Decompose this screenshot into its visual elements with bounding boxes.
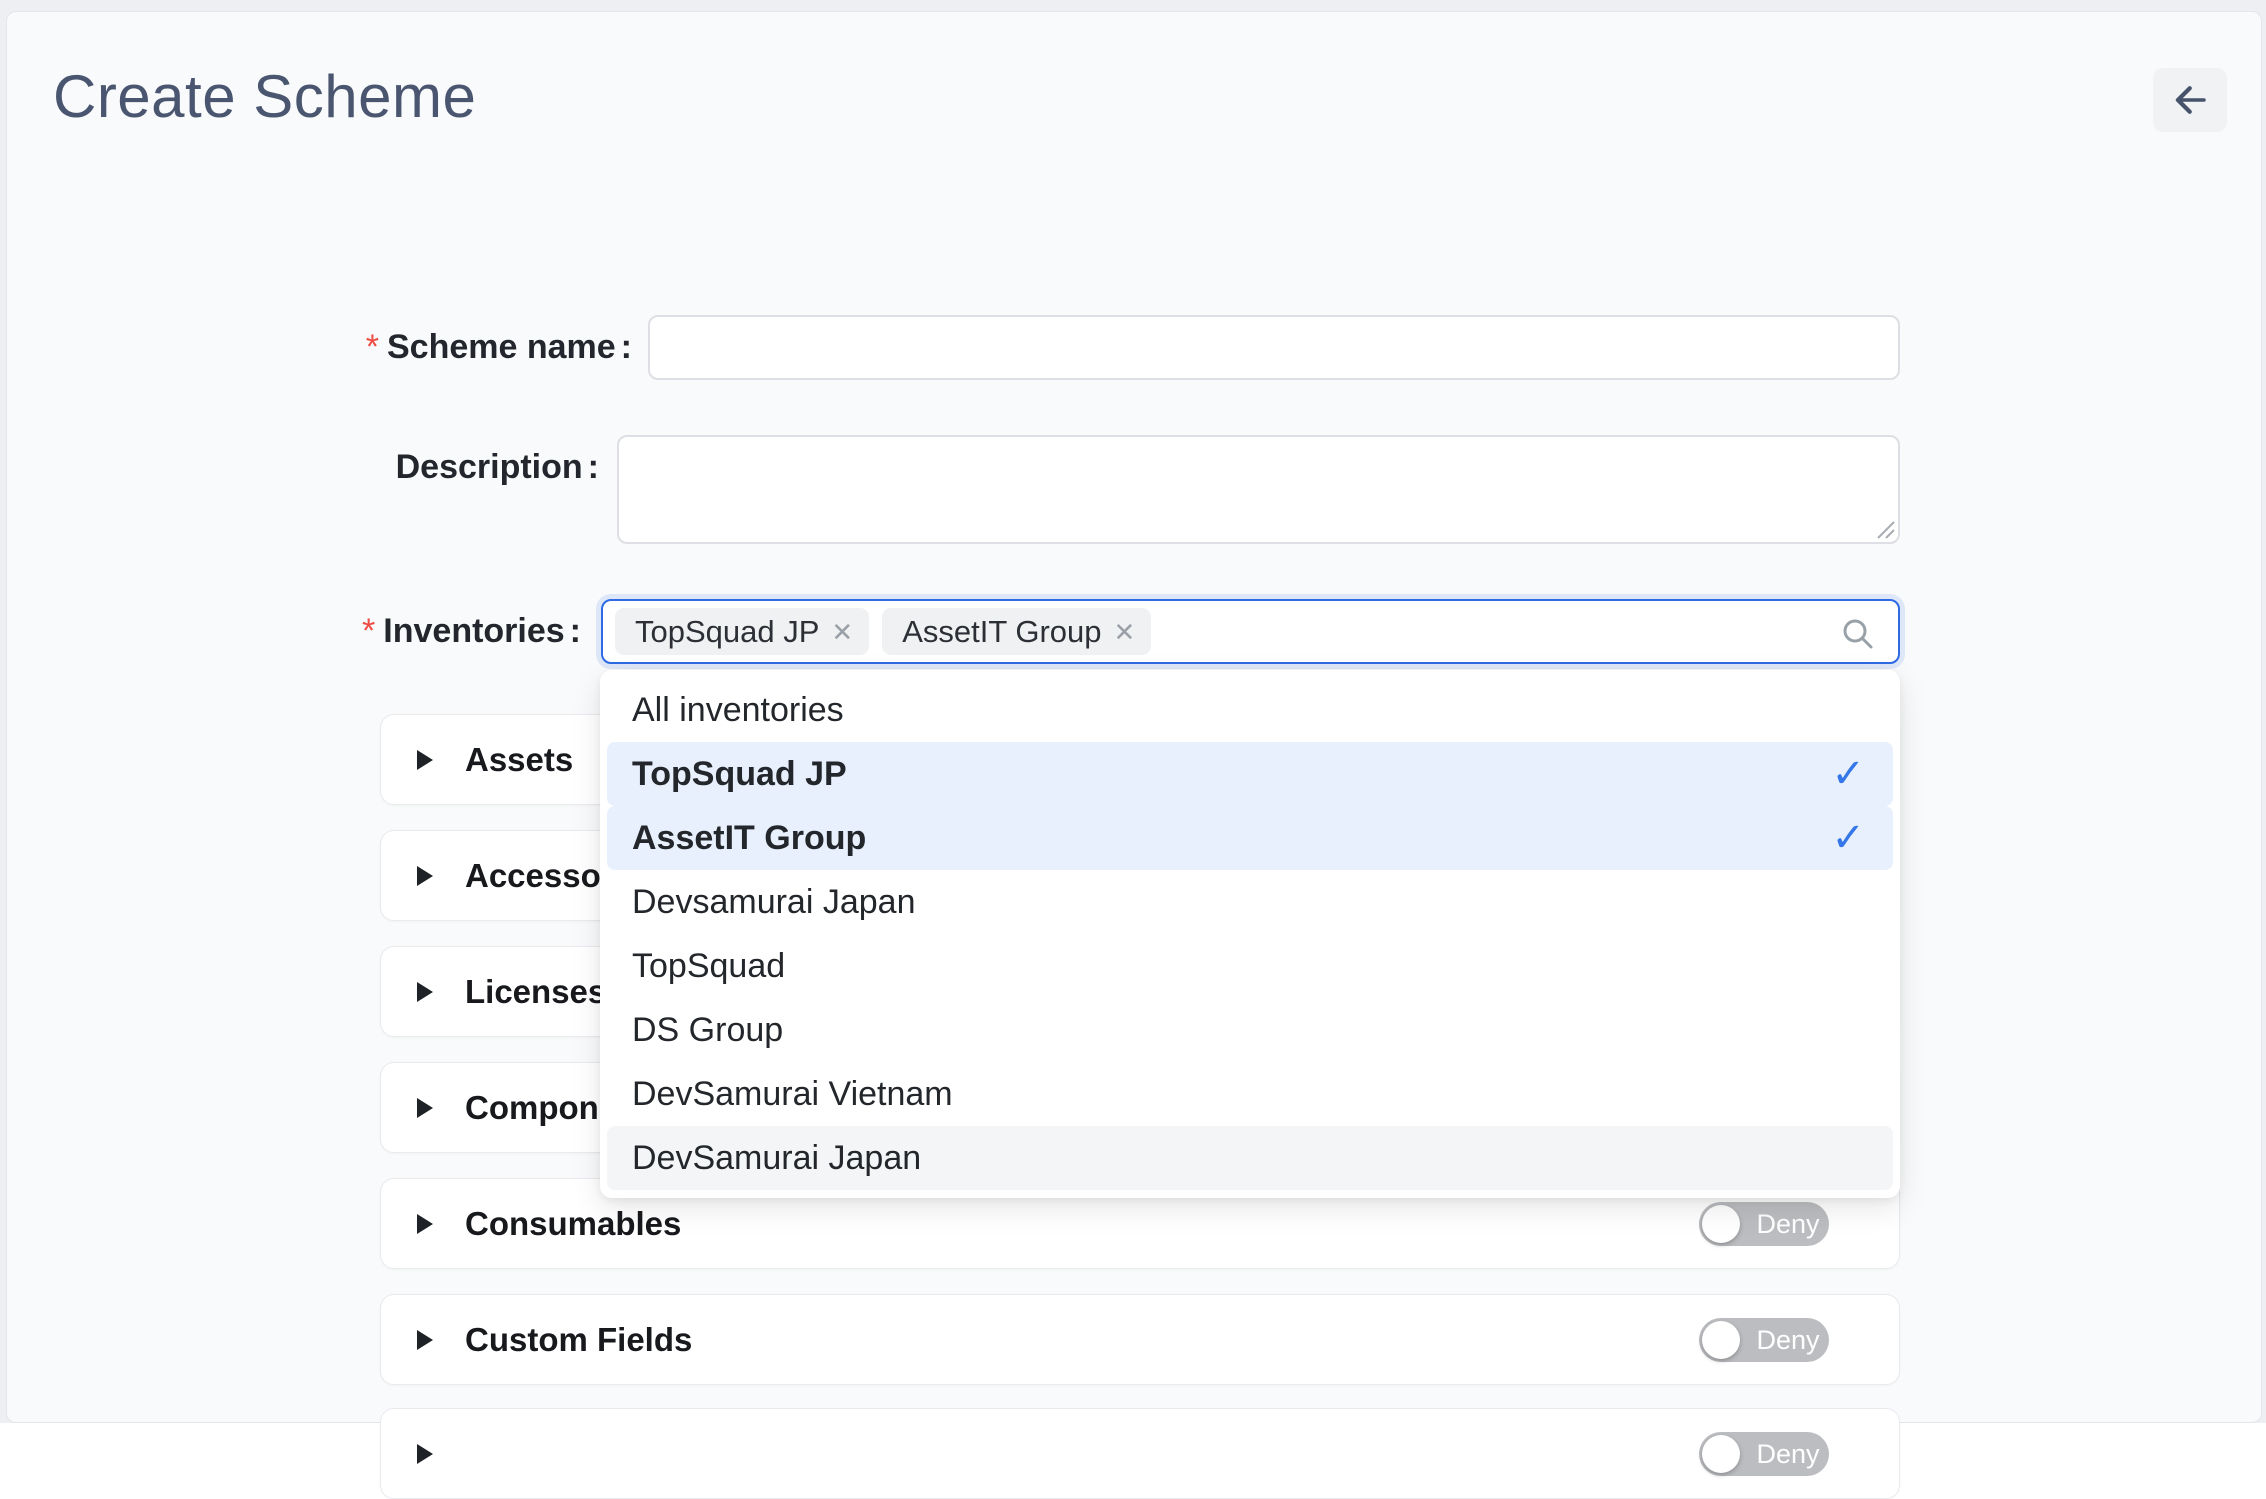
required-asterisk: * bbox=[366, 328, 379, 366]
inventories-label: *Inventories: bbox=[7, 612, 581, 650]
option-label: DS Group bbox=[632, 1011, 783, 1050]
collapse-section-custom-fields[interactable]: Custom Fields Deny bbox=[380, 1294, 1900, 1385]
caret-right-icon bbox=[417, 982, 433, 1002]
dropdown-option-devsamurai-japan-2[interactable]: DevSamurai Japan bbox=[607, 1126, 1893, 1190]
toggle-label: Deny bbox=[1747, 1432, 1829, 1476]
caret-right-icon bbox=[417, 1330, 433, 1350]
caret-right-icon bbox=[417, 866, 433, 886]
back-button[interactable] bbox=[2153, 68, 2227, 132]
caret-right-icon bbox=[417, 750, 433, 770]
selected-tag: TopSquad JP ✕ bbox=[615, 608, 869, 655]
section-label: Custom Fields bbox=[465, 1321, 692, 1359]
section-label: Licenses bbox=[465, 973, 606, 1011]
page-title: Create Scheme bbox=[53, 62, 476, 131]
required-asterisk: * bbox=[362, 612, 375, 650]
option-label: All inventories bbox=[632, 691, 844, 730]
toggle-label: Deny bbox=[1747, 1318, 1829, 1362]
section-label: Assets bbox=[465, 741, 573, 779]
dropdown-option-ds-group[interactable]: DS Group bbox=[607, 998, 1893, 1062]
dropdown-option-topsquad-jp[interactable]: TopSquad JP ✓ bbox=[607, 742, 1893, 806]
check-icon: ✓ bbox=[1831, 815, 1865, 861]
create-scheme-card: Create Scheme *Scheme name: Description:… bbox=[6, 11, 2262, 1423]
label-colon: : bbox=[570, 612, 581, 650]
dropdown-option-devsamurai-japan-1[interactable]: Devsamurai Japan bbox=[607, 870, 1893, 934]
description-textarea[interactable] bbox=[617, 435, 1900, 544]
label-colon: : bbox=[621, 328, 632, 366]
option-label: DevSamurai Vietnam bbox=[632, 1075, 953, 1114]
description-label: Description: bbox=[7, 448, 599, 486]
dropdown-option-devsamurai-vietnam[interactable]: DevSamurai Vietnam bbox=[607, 1062, 1893, 1126]
deny-toggle[interactable]: Deny bbox=[1699, 1432, 1829, 1476]
deny-toggle[interactable]: Deny bbox=[1699, 1202, 1829, 1246]
label-colon: : bbox=[588, 448, 599, 486]
toggle-knob bbox=[1702, 1205, 1740, 1243]
dropdown-option-all-inventories[interactable]: All inventories bbox=[607, 678, 1893, 742]
remove-tag-icon[interactable]: ✕ bbox=[1114, 619, 1136, 645]
scheme-name-label: *Scheme name: bbox=[7, 328, 632, 366]
option-label: Devsamurai Japan bbox=[632, 883, 915, 922]
collapse-section-partial[interactable]: Deny bbox=[380, 1408, 1900, 1499]
inventories-multiselect[interactable]: TopSquad JP ✕ AssetIT Group ✕ bbox=[601, 599, 1900, 664]
caret-right-icon bbox=[417, 1214, 433, 1234]
description-label-text: Description bbox=[396, 448, 583, 486]
toggle-knob bbox=[1702, 1435, 1740, 1473]
selected-tag: AssetIT Group ✕ bbox=[882, 608, 1151, 655]
dropdown-option-topsquad[interactable]: TopSquad bbox=[607, 934, 1893, 998]
option-label: TopSquad JP bbox=[632, 755, 847, 794]
toggle-label: Deny bbox=[1747, 1202, 1829, 1246]
section-label: Consumables bbox=[465, 1205, 681, 1243]
scheme-name-input[interactable] bbox=[648, 315, 1900, 380]
description-field-wrap bbox=[617, 435, 1900, 544]
tag-label: AssetIT Group bbox=[902, 614, 1101, 650]
remove-tag-icon[interactable]: ✕ bbox=[831, 619, 853, 645]
option-label: DevSamurai Japan bbox=[632, 1139, 921, 1178]
caret-right-icon bbox=[417, 1444, 433, 1464]
toggle-knob bbox=[1702, 1321, 1740, 1359]
caret-right-icon bbox=[417, 1098, 433, 1118]
scheme-name-label-text: Scheme name bbox=[387, 328, 616, 366]
dropdown-option-assetit-group[interactable]: AssetIT Group ✓ bbox=[607, 806, 1893, 870]
inventories-label-text: Inventories bbox=[383, 612, 564, 650]
deny-toggle[interactable]: Deny bbox=[1699, 1318, 1829, 1362]
inventories-dropdown: All inventories TopSquad JP ✓ AssetIT Gr… bbox=[600, 670, 1900, 1198]
search-icon bbox=[1840, 616, 1876, 652]
check-icon: ✓ bbox=[1831, 751, 1865, 797]
tag-label: TopSquad JP bbox=[635, 614, 819, 650]
arrow-left-icon bbox=[2169, 79, 2211, 121]
option-label: AssetIT Group bbox=[632, 819, 866, 858]
option-label: TopSquad bbox=[632, 947, 785, 986]
